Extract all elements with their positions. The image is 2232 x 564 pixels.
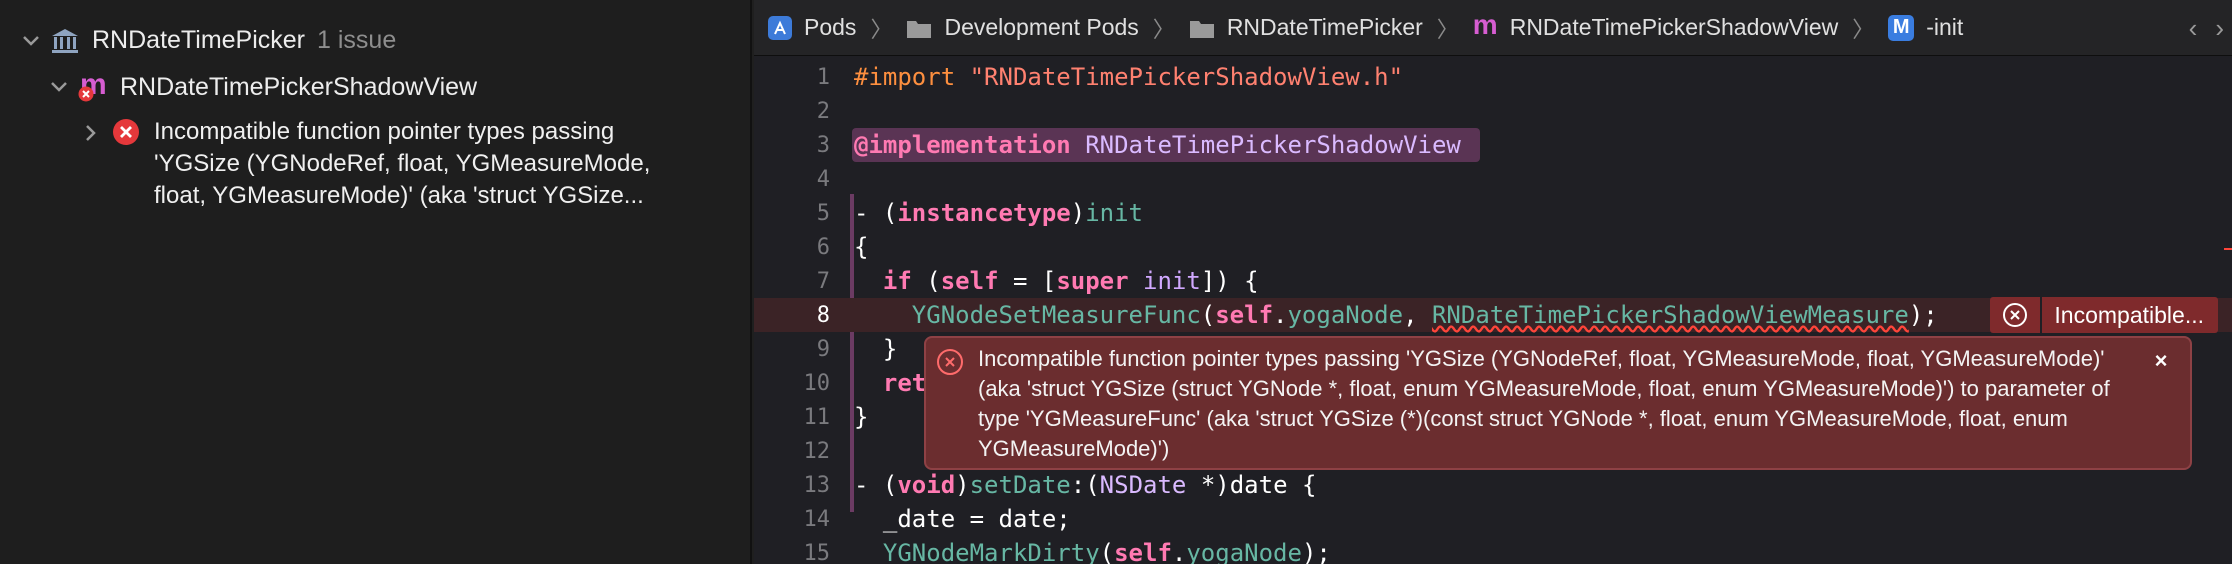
chevron-left-icon[interactable]: ‹: [2189, 13, 2198, 44]
code-line: 1 #import "RNDateTimePickerShadowView.h": [754, 60, 2232, 94]
issue-nav-arrows: ‹ ›: [2189, 0, 2232, 56]
line-number: 7: [816, 268, 830, 294]
issue-navigator: RNDateTimePicker 1 issue m RNDateTimePic…: [0, 0, 752, 564]
chevron-right-icon: 〉: [870, 16, 893, 42]
code-line: 13 - (void)setDate:(NSDate *)date {: [754, 468, 2232, 502]
m-file-icon: m: [1472, 8, 1498, 40]
code-line: 6 {: [754, 230, 2232, 264]
issue-count: 1 issue: [317, 26, 397, 54]
error-icon: [112, 118, 140, 146]
crumb-shadow-view-file[interactable]: m RNDateTimePickerShadowView: [1473, 9, 1838, 41]
inline-error-badge[interactable]: Incompatible...: [1990, 297, 2218, 333]
folder-icon: [1189, 17, 1215, 39]
code-line: 2: [754, 94, 2232, 128]
line-number: 15: [803, 540, 831, 564]
line-number: 4: [816, 166, 830, 192]
line-number: 13: [803, 472, 831, 498]
crumb-init-method[interactable]: M -init: [1888, 14, 1963, 41]
chevron-right-icon: 〉: [1152, 16, 1175, 42]
error-message: Incompatible function pointer types pass…: [978, 346, 2110, 461]
line-number: 5: [816, 200, 830, 226]
crumb-rndatetimepicker[interactable]: RNDateTimePicker: [1189, 14, 1423, 41]
line-number: 12: [803, 438, 831, 464]
chevron-down-icon[interactable]: [48, 76, 70, 98]
line-number: 11: [803, 404, 831, 430]
line-number: 2: [816, 98, 830, 124]
project-row[interactable]: RNDateTimePicker 1 issue: [20, 26, 396, 55]
error-icon: [1990, 297, 2043, 333]
line-number: 9: [816, 336, 830, 362]
chevron-right-icon[interactable]: [80, 122, 102, 144]
folder-icon: [906, 17, 932, 39]
project-name: RNDateTimePicker: [92, 26, 306, 54]
line-number: 14: [803, 506, 831, 532]
issue-row[interactable]: Incompatible function pointer types pass…: [80, 116, 714, 212]
chevron-down-icon[interactable]: [20, 30, 42, 52]
chevron-right-icon: 〉: [1852, 16, 1875, 42]
objc-file-error-icon: m: [78, 68, 107, 102]
line-number: 10: [803, 370, 831, 396]
code-line: 14 _date = date;: [754, 502, 2232, 536]
line-number: 8: [816, 302, 830, 328]
file-row[interactable]: m RNDateTimePickerShadowView: [48, 68, 478, 102]
crumb-pods[interactable]: Pods: [768, 14, 856, 41]
chevron-right-icon: 〉: [1436, 16, 1459, 42]
file-name: RNDateTimePickerShadowView: [120, 72, 478, 101]
line-number: 1: [816, 64, 830, 90]
code-line: 15 YGNodeMarkDirty(self.yogaNode);: [754, 536, 2232, 564]
crumb-development-pods[interactable]: Development Pods: [906, 14, 1139, 41]
code-line: 5 - (instancetype)init: [754, 196, 2232, 230]
code-line: 7 if (self = [super init]) {: [754, 264, 2232, 298]
method-icon: M: [1888, 14, 1915, 41]
jump-bar: Pods 〉 Development Pods 〉 RNDateTimePick…: [754, 0, 2232, 56]
line-number: 3: [816, 132, 830, 158]
error-scroll-marker: [2224, 248, 2232, 250]
project-icon: [50, 27, 80, 55]
app-store-icon: [768, 15, 792, 40]
inline-error-label: Incompatible...: [2054, 301, 2204, 328]
code-line: 4: [754, 162, 2232, 196]
issue-message: Incompatible function pointer types pass…: [154, 118, 651, 209]
source-editor: Pods 〉 Development Pods 〉 RNDateTimePick…: [754, 0, 2232, 564]
close-icon[interactable]: ×: [2148, 348, 2174, 374]
error-popover: Incompatible function pointer types pass…: [924, 336, 2192, 470]
error-icon: [936, 348, 964, 384]
chevron-right-icon[interactable]: ›: [2215, 13, 2224, 44]
code-line: 3 @implementation RNDateTimePickerShadow…: [754, 128, 2232, 162]
line-number: 6: [816, 234, 830, 260]
